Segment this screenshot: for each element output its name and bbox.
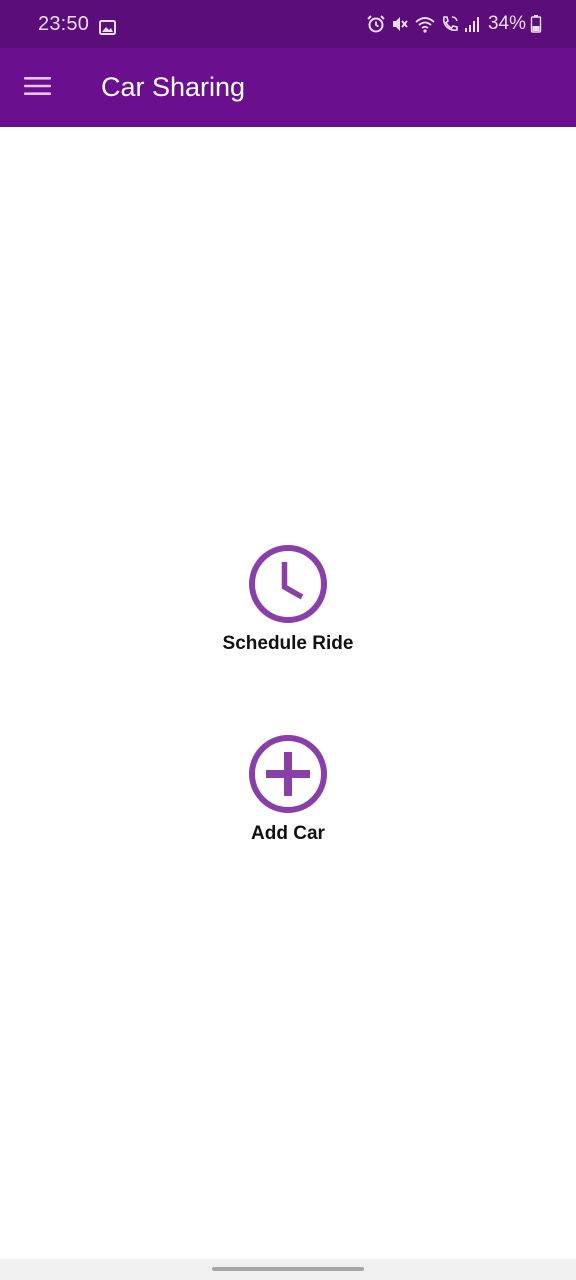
system-navigation-bar (0, 1259, 576, 1280)
status-icons: 34% (366, 12, 542, 36)
schedule-ride-label: Schedule Ride (222, 633, 354, 654)
status-time: 23:50 (38, 13, 90, 35)
schedule-ride-button[interactable]: Schedule Ride (188, 543, 388, 655)
hamburger-menu-icon (24, 76, 52, 101)
mute-icon (390, 14, 410, 34)
add-car-label: Add Car (251, 823, 325, 844)
menu-button[interactable] (14, 64, 62, 112)
clock-icon (247, 543, 329, 625)
battery-icon (530, 14, 542, 34)
battery-percentage: 34% (487, 13, 526, 34)
home-gesture-handle[interactable] (212, 1267, 364, 1271)
wifi-icon (414, 14, 436, 34)
page-title: Car Sharing (101, 72, 246, 102)
image-icon (99, 20, 116, 40)
app-bar: Car Sharing (0, 48, 576, 127)
signal-icon (464, 15, 482, 33)
wifi-calling-icon (440, 14, 460, 34)
alarm-icon (366, 14, 386, 34)
status-bar: 23:50 34% (0, 0, 576, 48)
add-circle-icon (247, 733, 329, 815)
add-car-button[interactable]: Add Car (188, 733, 388, 845)
